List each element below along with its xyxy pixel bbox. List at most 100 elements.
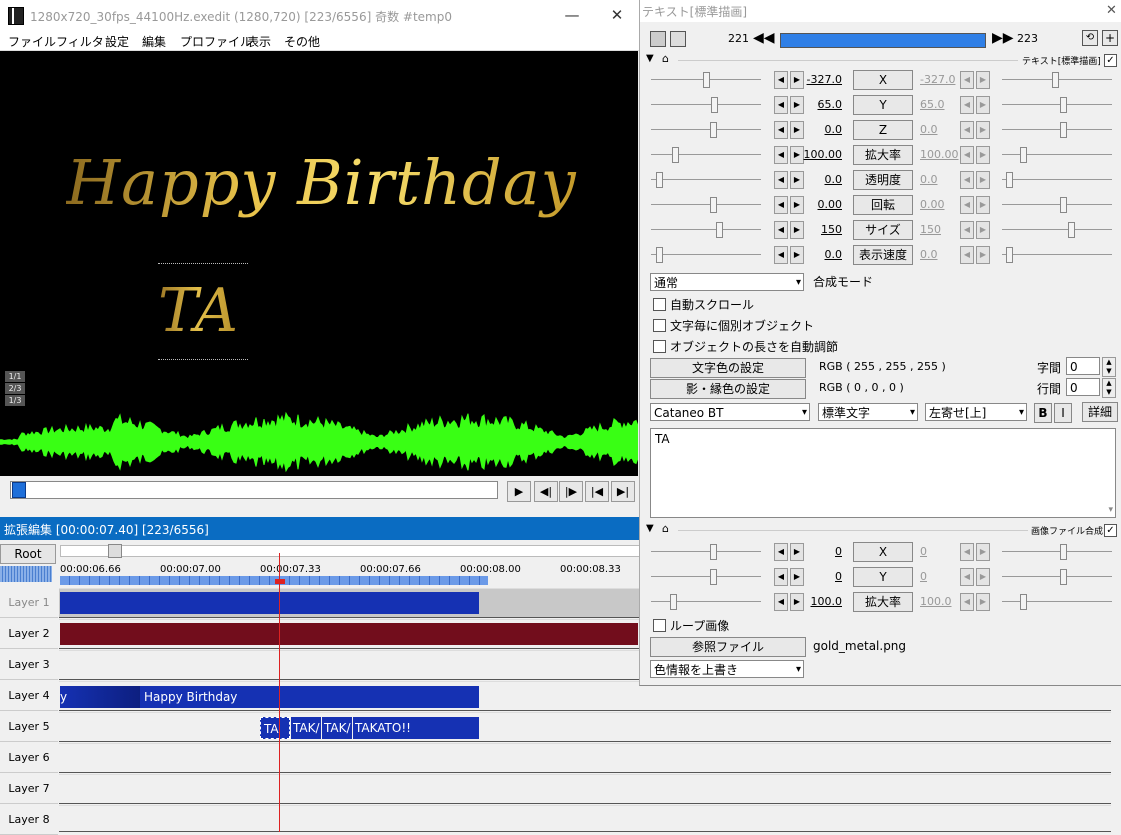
end-decrement-button[interactable]: ◀ [960, 196, 974, 214]
end-increment-button[interactable]: ▶ [976, 593, 990, 611]
param-value[interactable]: 0 [802, 545, 842, 558]
sync-icon[interactable]: ⟲ [1082, 30, 1098, 46]
decrement-button[interactable]: ◀ [774, 71, 788, 89]
end-increment-button[interactable]: ▶ [976, 196, 990, 214]
slider-knob[interactable] [670, 594, 677, 610]
slider-knob[interactable] [710, 122, 717, 138]
param-end-value[interactable]: 0.0 [920, 173, 960, 186]
next-frame-button[interactable]: |▶ [559, 481, 583, 502]
param-value[interactable]: 0.00 [802, 198, 843, 211]
end-increment-button[interactable]: ▶ [976, 221, 990, 239]
param-slider-end[interactable] [1002, 204, 1112, 205]
menu-file[interactable]: ファイル [8, 33, 56, 50]
ref-file-button[interactable]: 参照ファイル [650, 637, 806, 657]
layer-row-8[interactable] [59, 805, 1111, 832]
end-increment-button[interactable]: ▶ [976, 71, 990, 89]
menu-other[interactable]: その他 [284, 33, 320, 50]
end-decrement-button[interactable]: ◀ [960, 96, 974, 114]
go-end-button[interactable]: ▶| [611, 481, 635, 502]
align-select[interactable]: 左寄せ[上] [925, 403, 1027, 421]
slider-knob[interactable] [711, 97, 718, 113]
slider-knob[interactable] [1020, 594, 1027, 610]
slider-knob[interactable] [710, 197, 717, 213]
param-value[interactable]: 65.0 [802, 98, 843, 111]
end-decrement-button[interactable]: ◀ [960, 146, 974, 164]
param-slider-start[interactable] [651, 551, 761, 552]
param-value[interactable]: 150 [802, 223, 842, 236]
close-button[interactable]: ✕ [594, 0, 640, 30]
param-end-value[interactable]: 0 [920, 545, 960, 558]
end-increment-button[interactable]: ▶ [976, 568, 990, 586]
layer-label[interactable]: Layer 7 [0, 774, 58, 804]
end-decrement-button[interactable]: ◀ [960, 593, 974, 611]
param-value[interactable]: 0.0 [802, 248, 843, 261]
blend-mode-select[interactable]: 通常 [650, 273, 804, 291]
font-select[interactable]: Cataneo BT [650, 403, 810, 421]
next-keyframe-icon[interactable]: ▶▶ [992, 30, 1014, 46]
param-label-button[interactable]: Y [853, 95, 913, 115]
slider-knob[interactable] [710, 544, 717, 560]
param-end-value[interactable]: 65.0 [920, 98, 960, 111]
decrement-button[interactable]: ◀ [774, 568, 788, 586]
end-increment-button[interactable]: ▶ [976, 171, 990, 189]
slider-knob[interactable] [1052, 72, 1059, 88]
add-filter-icon[interactable]: + [1102, 30, 1118, 46]
decrement-button[interactable]: ◀ [774, 221, 788, 239]
menu-edit[interactable]: 編集 [142, 33, 166, 50]
layer-label[interactable]: Layer 8 [0, 805, 58, 835]
slider-knob[interactable] [1060, 97, 1067, 113]
detail-button[interactable]: 詳細 [1082, 402, 1118, 422]
root-button[interactable]: Root [0, 544, 56, 564]
param-label-button[interactable]: 拡大率 [853, 592, 913, 612]
param-slider-start[interactable] [651, 179, 761, 180]
param-slider-start[interactable] [651, 254, 761, 255]
end-increment-button[interactable]: ▶ [976, 96, 990, 114]
end-increment-button[interactable]: ▶ [976, 121, 990, 139]
param-slider-end[interactable] [1002, 551, 1112, 552]
param-slider-end[interactable] [1002, 254, 1112, 255]
param-label-button[interactable]: 透明度 [853, 170, 913, 190]
param-end-value[interactable]: 0.0 [920, 123, 960, 136]
line-spacing-input[interactable]: 0 [1066, 378, 1100, 396]
image-section-enable-checkbox[interactable]: ✓ [1104, 524, 1117, 537]
auto-scroll-checkbox[interactable] [653, 298, 666, 311]
param-value[interactable]: 0.0 [802, 173, 843, 186]
param-end-value[interactable]: 0 [920, 570, 960, 583]
end-decrement-button[interactable]: ◀ [960, 171, 974, 189]
param-label-button[interactable]: Y [853, 567, 913, 587]
decrement-button[interactable]: ◀ [774, 171, 788, 189]
layer-label[interactable]: Layer 6 [0, 743, 58, 773]
param-label-button[interactable]: 回転 [853, 195, 913, 215]
collapse-icon[interactable]: ▼ [646, 53, 654, 64]
playhead-marker[interactable] [275, 579, 285, 584]
param-value[interactable]: -327.0 [802, 73, 842, 86]
param-slider-start[interactable] [651, 229, 761, 230]
param-label-button[interactable]: 拡大率 [853, 145, 913, 165]
menu-profile[interactable]: プロファイル [180, 33, 252, 50]
end-increment-button[interactable]: ▶ [976, 246, 990, 264]
collapse-icon[interactable]: ▼ [646, 523, 654, 534]
param-slider-end[interactable] [1002, 229, 1112, 230]
per-char-checkbox[interactable] [653, 319, 666, 332]
layer-icon[interactable] [670, 31, 686, 47]
param-end-value[interactable]: 100.0 [920, 595, 960, 608]
playhead-cursor[interactable] [279, 553, 280, 832]
param-end-value[interactable]: -327.0 [920, 73, 960, 86]
font-style-select[interactable]: 標準文字 [818, 403, 918, 421]
seek-bar[interactable] [10, 481, 498, 499]
param-slider-end[interactable] [1002, 576, 1112, 577]
slider-knob[interactable] [1006, 247, 1013, 263]
param-label-button[interactable]: X [853, 542, 913, 562]
param-slider-start[interactable] [651, 576, 761, 577]
param-slider-start[interactable] [651, 104, 761, 105]
clip-layer5-selected[interactable]: TA [260, 717, 290, 739]
param-slider-start[interactable] [651, 601, 761, 602]
shadow-color-button[interactable]: 影・縁色の設定 [650, 379, 806, 399]
slider-knob[interactable] [703, 72, 710, 88]
timeline-zoom-bar[interactable] [60, 545, 642, 557]
slider-knob[interactable] [1060, 122, 1067, 138]
layer-label[interactable]: Layer 5 [0, 712, 58, 742]
param-slider-start[interactable] [651, 129, 761, 130]
layer-row-5[interactable] [59, 712, 1111, 742]
end-increment-button[interactable]: ▶ [976, 543, 990, 561]
